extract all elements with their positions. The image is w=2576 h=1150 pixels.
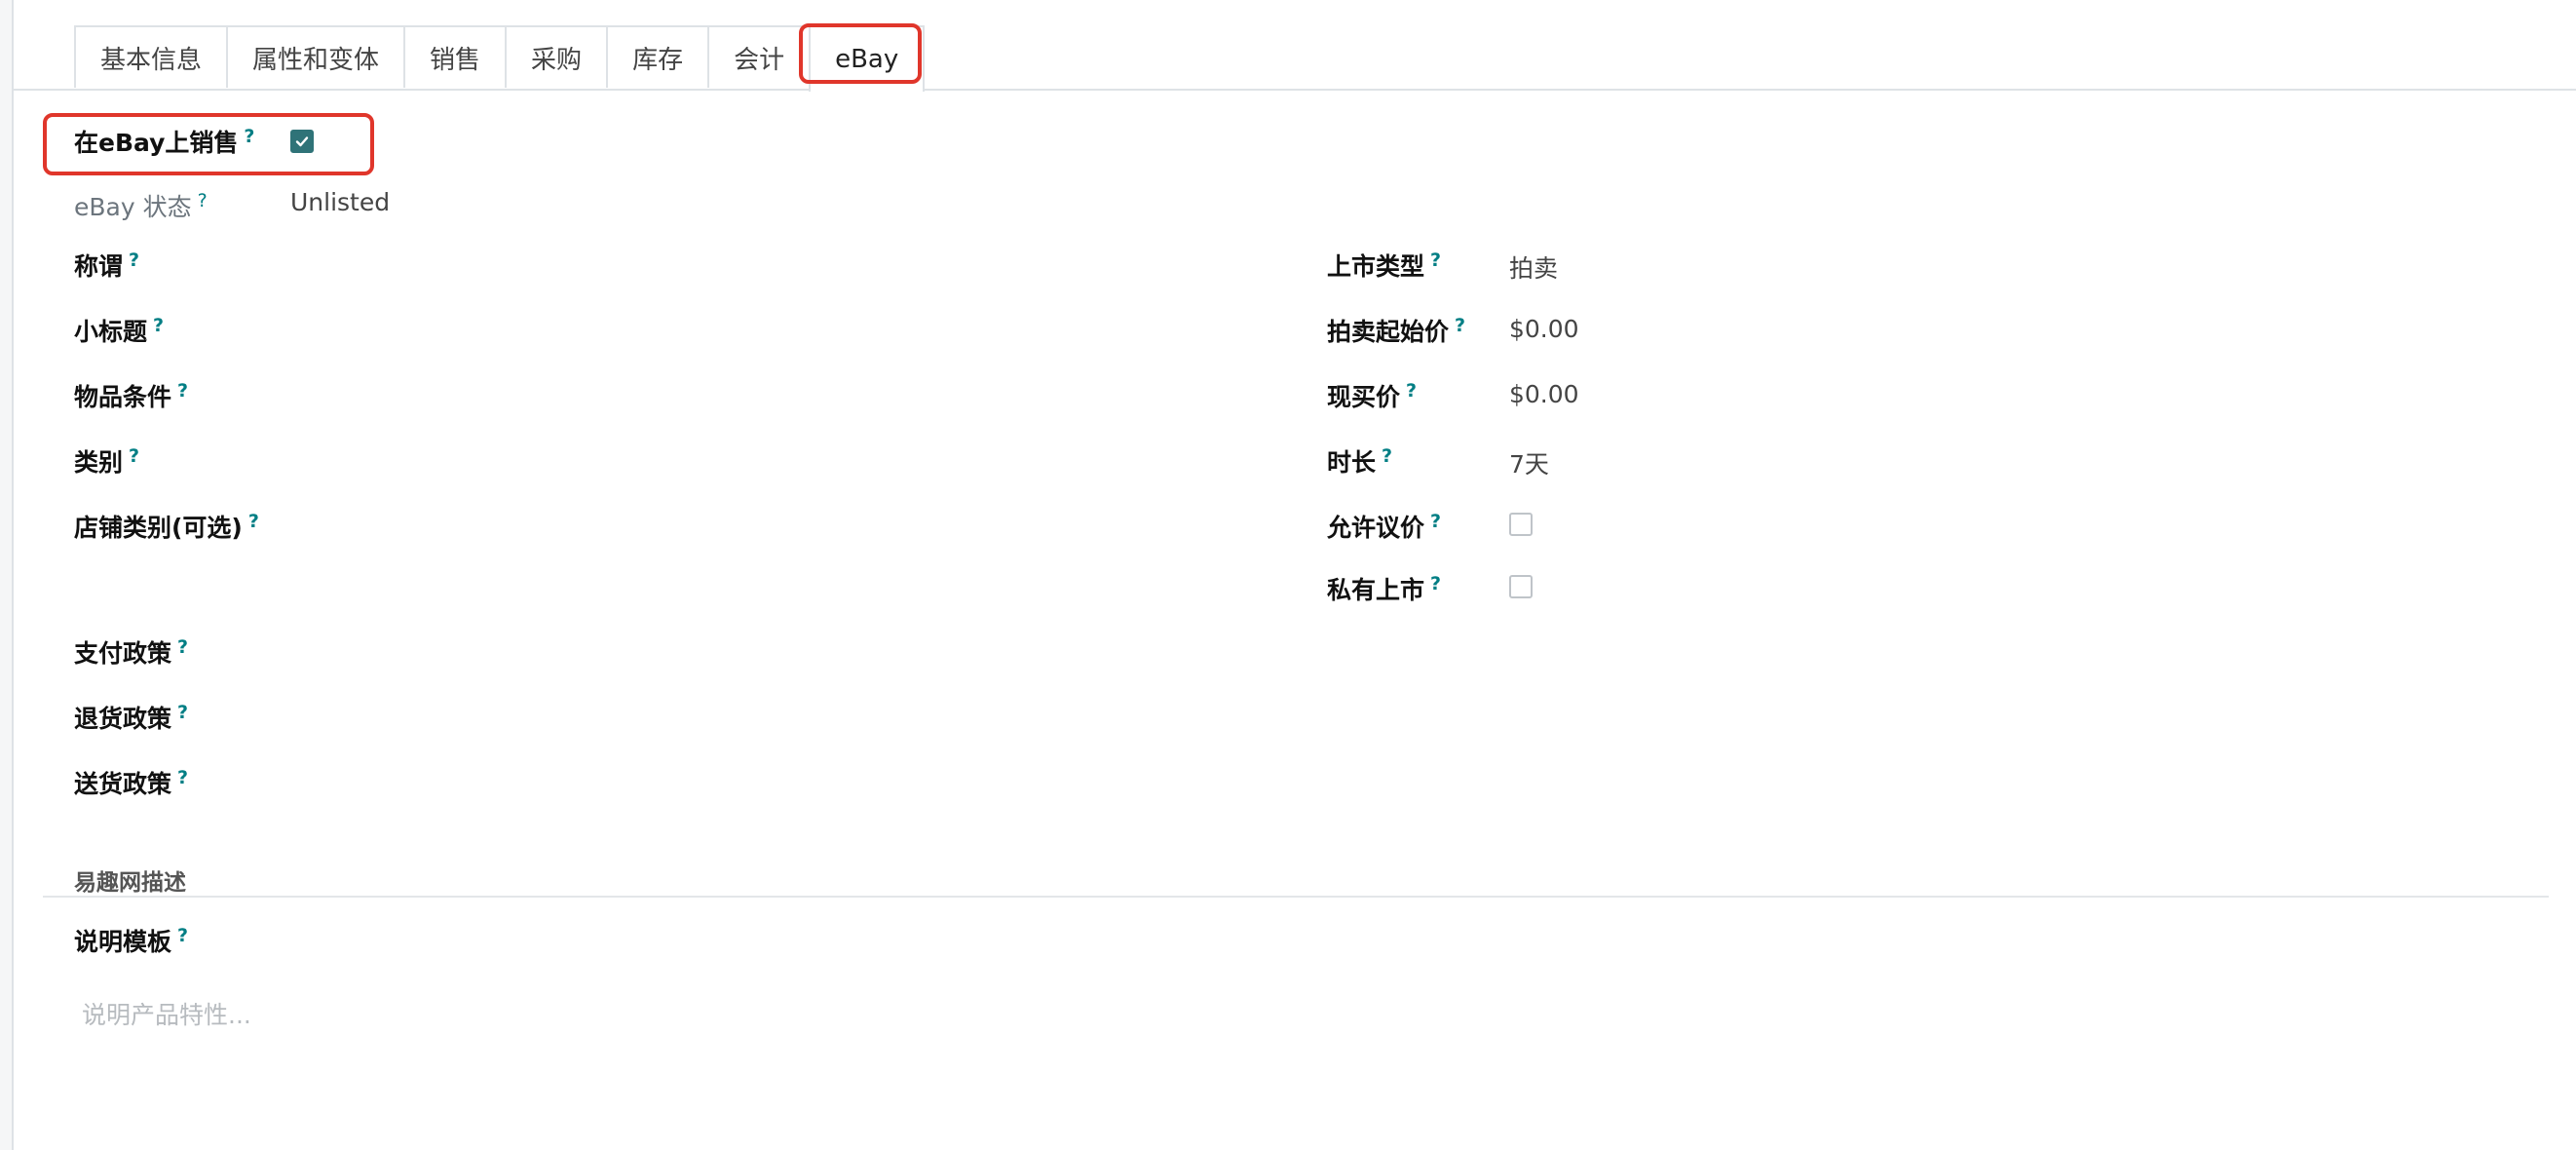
private-listing-label: 私有上市? xyxy=(1327,572,1442,604)
item-condition-label: 物品条件? xyxy=(74,379,189,411)
tab-inventory[interactable]: 库存 xyxy=(606,25,710,88)
best-offer-checkbox[interactable] xyxy=(1509,513,1533,536)
description-input[interactable]: 说明产品特性... xyxy=(82,996,251,1031)
check-icon xyxy=(295,136,309,147)
subtitle-label: 小标题? xyxy=(74,314,165,346)
tab-sales[interactable]: 销售 xyxy=(403,25,508,88)
help-icon[interactable]: ? xyxy=(153,315,164,336)
buy-now-price-label: 现买价? xyxy=(1327,379,1418,411)
section-divider xyxy=(43,896,2549,898)
help-icon[interactable]: ? xyxy=(177,925,188,946)
ebay-description-section-title: 易趣网描述 xyxy=(74,870,186,896)
help-icon[interactable]: ? xyxy=(248,511,259,532)
description-template-label: 说明模板? xyxy=(74,924,189,956)
duration-label: 时长? xyxy=(1327,444,1393,477)
listing-type-label: 上市类型? xyxy=(1327,249,1442,281)
best-offer-label: 允许议价? xyxy=(1327,510,1442,542)
left-border xyxy=(0,0,14,1150)
tab-attributes-variants[interactable]: 属性和变体 xyxy=(226,25,406,88)
help-icon[interactable]: ? xyxy=(1406,380,1417,402)
category-label: 类别? xyxy=(74,444,140,477)
help-icon[interactable]: ? xyxy=(1430,511,1441,532)
help-icon[interactable]: ? xyxy=(198,190,208,211)
tab-ebay[interactable]: eBay xyxy=(809,25,926,94)
ebay-status-label: eBay 状态? xyxy=(74,189,208,221)
help-icon[interactable]: ? xyxy=(244,126,254,147)
help-icon[interactable]: ? xyxy=(177,636,188,658)
listing-type-value[interactable]: 拍卖 xyxy=(1509,249,1558,285)
start-price-label: 拍卖起始价? xyxy=(1327,314,1466,346)
private-listing-checkbox[interactable] xyxy=(1509,575,1533,598)
title-label: 称谓? xyxy=(74,249,140,281)
payment-policy-label: 支付政策? xyxy=(74,635,189,668)
sell-on-ebay-checkbox[interactable] xyxy=(290,130,314,153)
help-icon[interactable]: ? xyxy=(1430,249,1441,271)
help-icon[interactable]: ? xyxy=(1382,445,1392,467)
help-icon[interactable]: ? xyxy=(1455,315,1465,336)
tab-accounting[interactable]: 会计 xyxy=(707,25,812,88)
store-category-label: 店铺类别(可选)? xyxy=(74,510,259,542)
help-icon[interactable]: ? xyxy=(177,767,188,788)
sell-on-ebay-label: 在eBay上销售? xyxy=(74,125,255,157)
notebook-tabs: 基本信息 属性和变体 销售 采购 库存 会计 eBay xyxy=(74,25,926,94)
start-price-value[interactable]: $0.00 xyxy=(1509,315,1579,343)
buy-now-price-value[interactable]: $0.00 xyxy=(1509,380,1579,408)
help-icon[interactable]: ? xyxy=(177,380,188,402)
tab-general-info[interactable]: 基本信息 xyxy=(74,25,229,88)
tab-purchase[interactable]: 采购 xyxy=(505,25,609,88)
help-icon[interactable]: ? xyxy=(1430,573,1441,594)
help-icon[interactable]: ? xyxy=(177,702,188,723)
help-icon[interactable]: ? xyxy=(129,445,139,467)
help-icon[interactable]: ? xyxy=(129,249,139,271)
ebay-status-value: Unlisted xyxy=(290,188,391,216)
shipping-policy-label: 送货政策? xyxy=(74,766,189,798)
duration-value[interactable]: 7天 xyxy=(1509,445,1549,480)
return-policy-label: 退货政策? xyxy=(74,701,189,733)
